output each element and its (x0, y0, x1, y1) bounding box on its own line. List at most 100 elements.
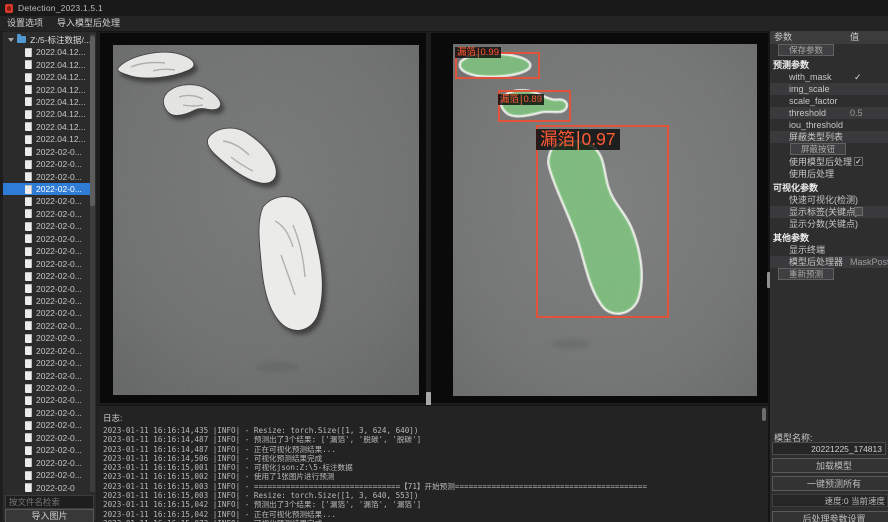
detection-box: 漏箔|0.89 (498, 90, 571, 122)
tree-item[interactable]: 2022-02-0... (3, 195, 91, 207)
log-scrollbar-thumb[interactable] (762, 408, 766, 421)
detection-box: 漏箔|0.97 (536, 125, 669, 318)
tree-item[interactable]: 2022-02-0... (3, 170, 91, 182)
menu-item-settings[interactable]: 设置选项 (0, 16, 50, 31)
search-input[interactable] (5, 495, 94, 509)
tree-item[interactable]: 2022-02-0... (3, 146, 91, 158)
tree-item[interactable]: 2022-02-0... (3, 270, 91, 282)
log-line: 2023-01-11 16:16:15,042 |INFO| - 正在可视化预测… (103, 510, 758, 519)
image-viewer-original[interactable] (100, 33, 426, 403)
tree-item[interactable]: 2022.04.12... (3, 58, 91, 70)
param-button[interactable]: 屏蔽按钮 (790, 143, 846, 155)
file-icon (25, 234, 32, 243)
param-row[interactable]: 显示分数(关键点) (770, 218, 888, 230)
param-row[interactable]: scale_factor (770, 95, 888, 107)
tree-item[interactable]: 2022-02-0... (3, 369, 91, 381)
tree-item[interactable]: 2022.04.12... (3, 83, 91, 95)
tree-item[interactable]: 2022-02-0... (3, 307, 91, 319)
param-section-header: 可视化参数 (770, 182, 888, 194)
tree-item[interactable]: 2022-02-0 (3, 481, 91, 493)
log-line: 2023-01-11 16:16:15,003 |INFO| - Resize:… (103, 491, 758, 500)
tree-item[interactable]: 2022-02-0... (3, 419, 91, 431)
file-icon (25, 483, 32, 492)
tree-scrollbar[interactable] (90, 34, 95, 492)
tree-item[interactable]: 2022-02-0... (3, 282, 91, 294)
tree-item[interactable]: 2022-02-0... (3, 245, 91, 257)
param-button[interactable]: 重新预测 (778, 268, 834, 280)
tree-item[interactable]: 2022-02-0... (3, 444, 91, 456)
tree-item[interactable]: 2022-02-0... (3, 382, 91, 394)
load-model-button[interactable]: 加载模型 (772, 458, 888, 473)
tree-item[interactable]: 2022.04.12... (3, 108, 91, 120)
param-row[interactable]: 显示终端 (770, 244, 888, 256)
tree-item[interactable]: 2022-02-0... (3, 332, 91, 344)
tree-item[interactable]: 2022-02-0... (3, 469, 91, 481)
tree-item[interactable]: 2022-02-0... (3, 407, 91, 419)
checkbox[interactable]: ✓ (854, 157, 863, 166)
tree-item[interactable]: 2022-02-0... (3, 233, 91, 245)
import-images-button[interactable]: 导入图片 (5, 509, 94, 522)
log-lines: 2023-01-11 16:16:14,435 |INFO| - Resize:… (103, 426, 758, 522)
param-row[interactable]: 屏蔽类型列表 (770, 131, 888, 143)
tree-item-label: 2022-02-0... (36, 284, 82, 294)
tree-item[interactable]: 2022.04.12... (3, 96, 91, 108)
tree-item[interactable]: 2022.04.12... (3, 133, 91, 145)
tree-item[interactable]: 2022-02-0... (3, 345, 91, 357)
tree-item[interactable]: 2022.04.12... (3, 71, 91, 83)
file-icon (25, 471, 32, 480)
file-icon (25, 272, 32, 281)
folder-icon (17, 36, 26, 43)
tree-item-label: 2022.04.12... (36, 72, 86, 82)
tree-item[interactable]: 2022.04.12... (3, 46, 91, 58)
log-line: 2023-01-11 16:16:15,002 |INFO| - 使用了1张图片… (103, 472, 758, 481)
param-section-header: 其他参数 (770, 232, 888, 244)
model-name-field[interactable]: 20221225_174813 (772, 442, 886, 455)
tree-root-item[interactable]: Z:/5-标注数据/... (3, 33, 91, 46)
param-row[interactable]: 显示标签(关键点) (770, 206, 888, 218)
file-icon (25, 371, 32, 380)
param-row[interactable]: threshold0.5 (770, 107, 888, 119)
file-icon (25, 48, 32, 57)
checkbox[interactable] (854, 207, 863, 216)
param-row[interactable]: img_scale (770, 83, 888, 95)
tree-item[interactable]: 2022-02-0... (3, 320, 91, 332)
param-label: 模型后处理器 (770, 256, 843, 268)
tree-item-label: 2022-02-0... (36, 184, 82, 194)
file-icon (25, 222, 32, 231)
detection-class: 漏箔 (500, 94, 519, 105)
tree-item[interactable]: 2022-02-0... (3, 295, 91, 307)
param-row[interactable]: 使用后处理 (770, 168, 888, 180)
tree-item[interactable]: 2022-02-0... (3, 158, 91, 170)
image-viewer-prediction[interactable]: 漏箔|0.99漏箔|0.89漏箔|0.97 (431, 33, 768, 403)
tree-item[interactable]: 2022-02-0... (3, 456, 91, 468)
check-icon[interactable]: ✓ (854, 71, 862, 83)
tree-item-label: 2022.04.12... (36, 134, 86, 144)
file-tree: Z:/5-标注数据/... 2022.04.12...2022.04.12...… (3, 33, 91, 495)
postprocess-settings-button[interactable]: 后处理参数设置 (772, 511, 888, 522)
menu-item-import-postprocess[interactable]: 导入模型后处理 (50, 16, 127, 31)
tree-item-label: 2022-02-0... (36, 408, 82, 418)
tree-scrollbar-thumb[interactable] (90, 36, 95, 206)
tree-item[interactable]: 2022-02-0... (3, 208, 91, 220)
param-button[interactable]: 保存参数 (778, 44, 834, 56)
param-row[interactable]: 使用模型后处理✓ (770, 156, 888, 168)
file-icon (25, 346, 32, 355)
param-row[interactable]: 快速可视化(检测) (770, 194, 888, 206)
param-row[interactable]: 模型后处理器MaskPostPro (770, 256, 888, 268)
tree-item-label: 2022-02-0... (36, 445, 82, 455)
tree-item[interactable]: 2022-02-0... (3, 357, 91, 369)
tree-item[interactable]: 2022-02-0... (3, 432, 91, 444)
tree-item[interactable]: 2022.04.12... (3, 121, 91, 133)
tree-item[interactable]: 2022-02-0... (3, 220, 91, 232)
file-icon (25, 446, 32, 455)
file-icon (25, 147, 32, 156)
file-icon (25, 458, 32, 467)
app-window: Detection_2023.1.5.1 设置选项 导入模型后处理 Z:/5-标… (0, 0, 888, 522)
tree-item[interactable]: 2022-02-0... (3, 183, 91, 195)
tree-item[interactable]: 2022-02-0... (3, 394, 91, 406)
tree-item[interactable]: 2022-02-0... (3, 257, 91, 269)
param-row[interactable]: iou_threshold (770, 119, 888, 131)
expander-icon[interactable] (8, 38, 14, 42)
predict-all-button[interactable]: 一键预测所有 (772, 476, 888, 491)
param-row[interactable]: with_mask✓ (770, 71, 888, 83)
